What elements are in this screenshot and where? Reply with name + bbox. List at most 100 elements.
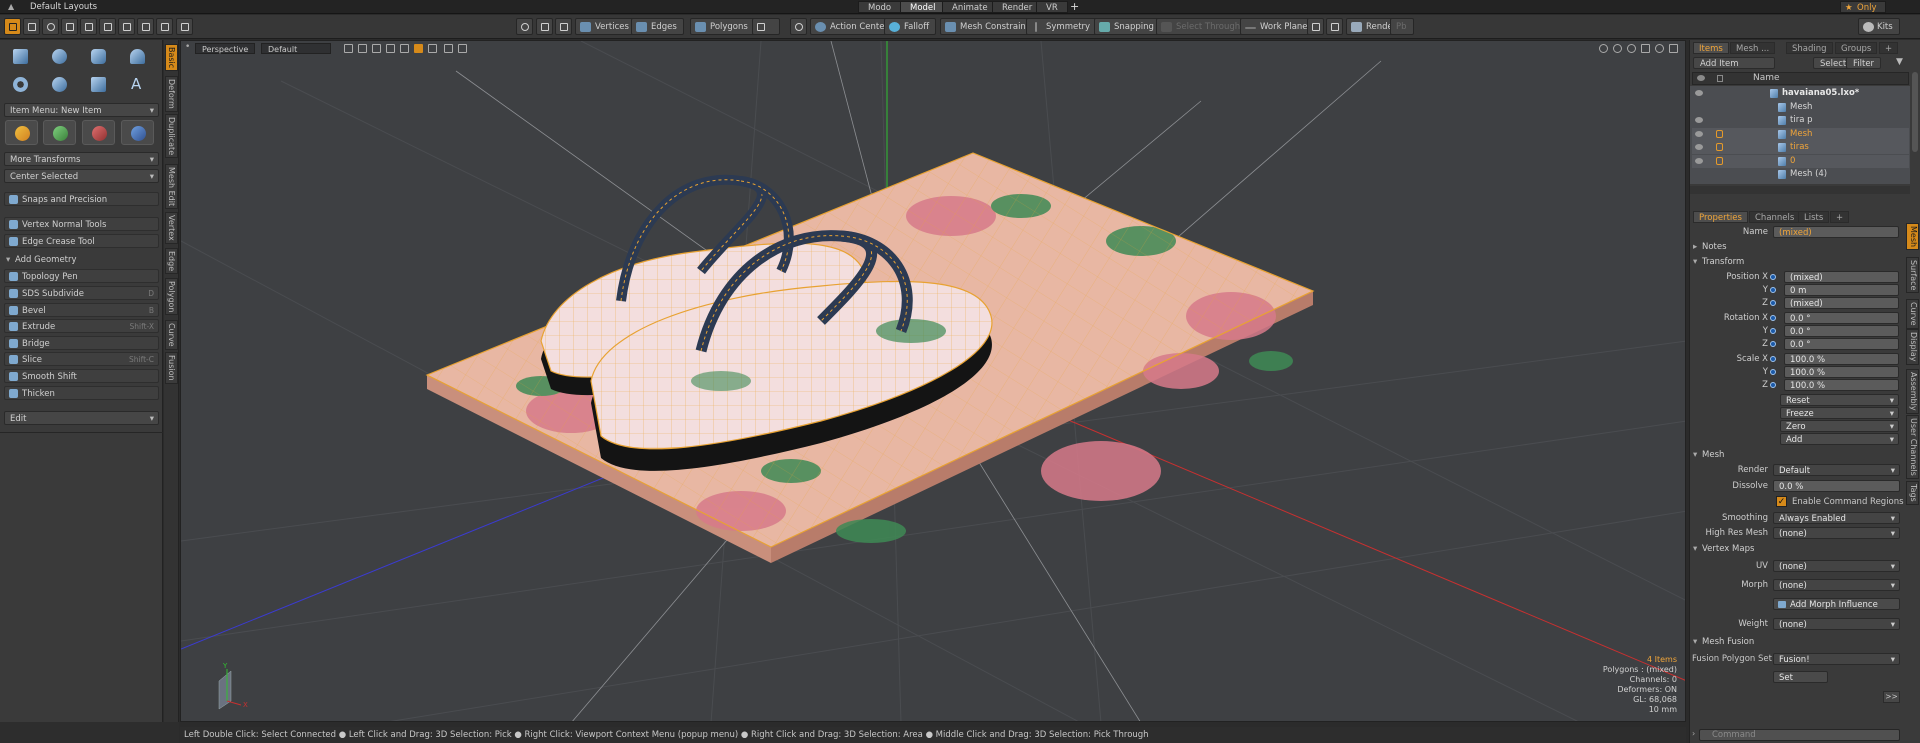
- shading-dropdown[interactable]: Default: [261, 43, 331, 54]
- mesh-fusion-section[interactable]: Mesh Fusion: [1692, 636, 1892, 648]
- snaps-precision-button[interactable]: Snaps and Precision: [4, 192, 159, 206]
- wireframe-icon[interactable]: [372, 44, 381, 53]
- rvtab-mesh[interactable]: Mesh: [1906, 223, 1919, 251]
- items-vscroll[interactable]: [1912, 72, 1918, 152]
- rvtab-assembly[interactable]: Assembly: [1906, 369, 1919, 414]
- uv-dropdown[interactable]: (none): [1773, 560, 1900, 573]
- dissolve-field[interactable]: 0.0 %: [1773, 480, 1900, 492]
- solid-icon[interactable]: [386, 44, 395, 53]
- name-field[interactable]: (mixed): [1773, 226, 1899, 238]
- flatten-icon[interactable]: [428, 44, 437, 53]
- only-button[interactable]: ★ Only: [1840, 1, 1887, 13]
- fit-icon[interactable]: [1641, 44, 1650, 53]
- tab-animate[interactable]: Animate: [942, 1, 998, 13]
- channel-dot-icon[interactable]: [1770, 274, 1776, 280]
- maximize-icon[interactable]: [1669, 44, 1678, 53]
- move-tool-icon[interactable]: [5, 120, 38, 145]
- position-z-field[interactable]: (mixed): [1784, 297, 1899, 309]
- quad-view-icon[interactable]: [358, 44, 367, 53]
- snapping-button[interactable]: Snapping: [1094, 18, 1161, 35]
- kits-button[interactable]: Kits: [1858, 18, 1900, 35]
- add-dropdown[interactable]: Add: [1780, 433, 1899, 446]
- rotate-tool-icon[interactable]: [43, 120, 76, 145]
- eye-icon[interactable]: [1695, 90, 1703, 96]
- scale-x-field[interactable]: 100.0 %: [1784, 353, 1899, 365]
- layout-title[interactable]: Default Layouts: [30, 1, 97, 13]
- rvtab-user-channels[interactable]: User Channels: [1906, 415, 1919, 479]
- transform-icon[interactable]: [80, 18, 97, 35]
- eye-icon[interactable]: [1695, 117, 1703, 123]
- eye-icon[interactable]: [1695, 130, 1703, 137]
- view-settings-icon[interactable]: [1655, 44, 1664, 53]
- workplane-toggle-icon[interactable]: [156, 18, 173, 35]
- grid-icon[interactable]: [137, 18, 154, 35]
- polygons-button[interactable]: Polygons: [690, 18, 755, 35]
- pan-icon[interactable]: [1599, 44, 1608, 53]
- vtab-mesh-edit[interactable]: Mesh Edit: [165, 164, 178, 210]
- pb-button[interactable]: Pb: [1390, 18, 1414, 35]
- vtab-fusion[interactable]: Fusion: [165, 352, 178, 384]
- edge-crease-tool-button[interactable]: Edge Crease Tool: [4, 234, 159, 248]
- move-icon[interactable]: [23, 18, 40, 35]
- pen-tool-icon[interactable]: [82, 72, 115, 97]
- scale-icon[interactable]: [61, 18, 78, 35]
- enable-command-checkbox[interactable]: ✓: [1776, 496, 1787, 507]
- morph-dropdown[interactable]: (none): [1773, 579, 1900, 592]
- torus-primitive-icon[interactable]: [4, 72, 37, 97]
- text-tool-icon[interactable]: A: [121, 72, 154, 97]
- active-toggle-icon[interactable]: [414, 44, 423, 53]
- tool-smooth-shift[interactable]: Smooth Shift: [4, 369, 159, 383]
- selection-type-dropdown[interactable]: [752, 18, 780, 35]
- fusion-polygon-set-dropdown[interactable]: Fusion!: [1773, 653, 1900, 666]
- tool-sds-subdivide[interactable]: SDS Subdivide D: [4, 286, 159, 300]
- vtab-edge[interactable]: Edge: [165, 248, 178, 275]
- eye-icon[interactable]: [1695, 157, 1703, 164]
- vtab-deform[interactable]: Deform: [165, 76, 178, 112]
- rotation-y-field[interactable]: 0.0 °: [1784, 325, 1899, 337]
- rvtab-surface[interactable]: Surface: [1906, 257, 1919, 294]
- sphere-primitive-icon[interactable]: [43, 44, 76, 69]
- tab-shading[interactable]: Shading: [1786, 42, 1833, 54]
- eye-icon[interactable]: [1695, 144, 1703, 150]
- vtab-basic[interactable]: Basic: [165, 44, 178, 72]
- scale-y-field[interactable]: 100.0 %: [1784, 366, 1899, 378]
- action-center-icon[interactable]: [790, 18, 807, 35]
- channel-dot-icon[interactable]: [1770, 356, 1776, 362]
- visibility-icon[interactable]: [444, 44, 453, 53]
- filter-button[interactable]: Filter: [1846, 57, 1882, 69]
- tab-model[interactable]: Model: [900, 1, 946, 13]
- add-geometry-header[interactable]: Add Geometry: [4, 254, 159, 266]
- texture-icon[interactable]: [400, 44, 409, 53]
- center-selected-dropdown[interactable]: Center Selected: [4, 169, 159, 183]
- viewport-menu-icon[interactable]: •: [185, 42, 190, 52]
- vtab-polygon[interactable]: Polygon: [165, 278, 178, 316]
- command-input[interactable]: Command: [1699, 729, 1900, 741]
- grid-view-icon[interactable]: [344, 44, 353, 53]
- tab-vr[interactable]: VR: [1036, 1, 1068, 13]
- tab-modo[interactable]: Modo: [858, 1, 902, 13]
- vertex-maps-section[interactable]: Vertex Maps: [1692, 543, 1892, 555]
- mesh-constraint-button[interactable]: Mesh Constraint: [940, 18, 1037, 35]
- cylinder-primitive-icon[interactable]: [82, 44, 115, 69]
- app-logo-icon[interactable]: ▲: [8, 2, 14, 11]
- materials-mode-icon[interactable]: [555, 18, 572, 35]
- lock-icon[interactable]: [1716, 129, 1723, 138]
- action-center-button[interactable]: Action Center: [810, 18, 895, 35]
- expand-button[interactable]: >>: [1883, 691, 1900, 703]
- channel-dot-icon[interactable]: [1770, 300, 1776, 306]
- vertex-normal-tools-button[interactable]: Vertex Normal Tools: [4, 217, 159, 231]
- layers-icon[interactable]: [458, 44, 467, 53]
- rvtab-curve[interactable]: Curve: [1906, 299, 1919, 329]
- rotate-icon[interactable]: [42, 18, 59, 35]
- channel-dot-icon[interactable]: [1770, 328, 1776, 334]
- channel-dot-icon[interactable]: [1770, 341, 1776, 347]
- tool-bridge[interactable]: Bridge: [4, 336, 159, 350]
- tab-channels[interactable]: Channels: [1749, 211, 1801, 223]
- item-row[interactable]: tira p: [1692, 114, 1909, 127]
- smoothing-dropdown[interactable]: Always Enabled: [1773, 512, 1900, 525]
- edges-button[interactable]: Edges: [631, 18, 684, 35]
- orbit-icon[interactable]: [1613, 44, 1622, 53]
- item-menu-dropdown[interactable]: Item Menu: New Item: [4, 103, 159, 117]
- auto-select-icon[interactable]: [516, 18, 533, 35]
- falloff-toggle-icon[interactable]: [176, 18, 193, 35]
